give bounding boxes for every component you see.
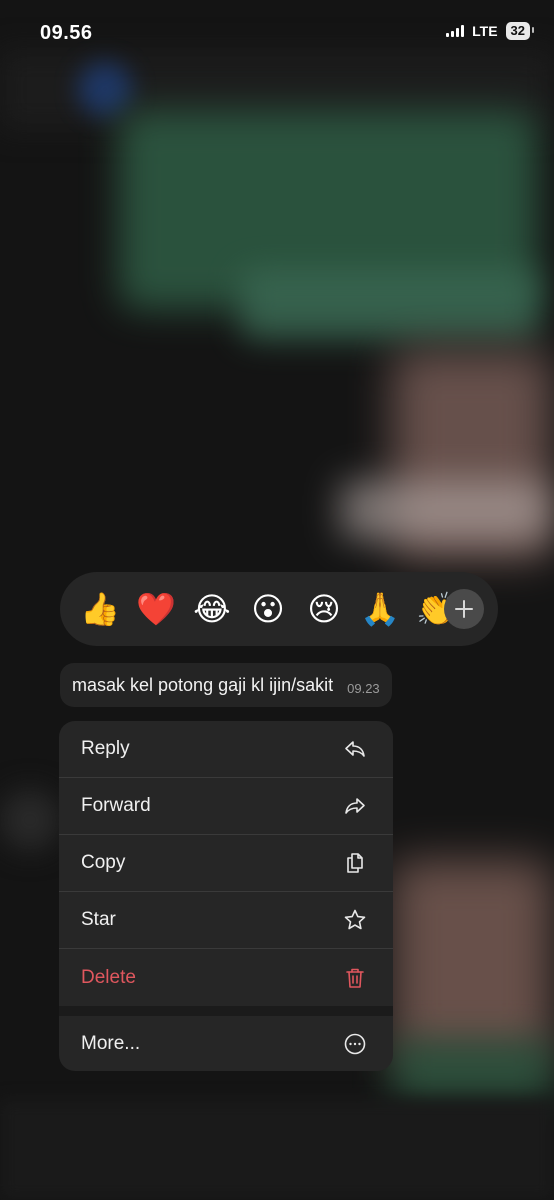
blurred-outgoing-bubble-tail [240, 270, 540, 340]
star-icon [343, 908, 367, 932]
menu-item-forward[interactable]: Forward [59, 778, 393, 835]
ellipsis-circle-icon [343, 1032, 367, 1056]
blurred-avatar [78, 62, 132, 116]
reaction-praying[interactable]: 🙏 [352, 572, 408, 646]
battery-icon: 32 [505, 22, 535, 40]
menu-item-label: Copy [81, 852, 126, 873]
menu-item-star[interactable]: Star [59, 892, 393, 949]
status-indicators: LTE 32 [446, 22, 535, 40]
reaction-bar: 👍 ❤️ 😂 😮 😢 🙏 👏 [60, 572, 498, 646]
blurred-photo-caption [340, 480, 550, 540]
reaction-laughing[interactable]: 😂 [184, 572, 240, 646]
reaction-crying[interactable]: 😢 [296, 572, 352, 646]
selected-message-bubble[interactable]: masak kel potong gaji kl ijin/sakit 09.2… [60, 663, 392, 707]
menu-separator [59, 1006, 393, 1016]
message-text: masak kel potong gaji kl ijin/sakit [72, 674, 334, 695]
blurred-sender-avatar [0, 790, 60, 850]
blurred-input-bar [0, 1100, 554, 1200]
menu-item-copy[interactable]: Copy [59, 835, 393, 892]
reaction-heart[interactable]: ❤️ [128, 572, 184, 646]
menu-item-delete[interactable]: Delete [59, 949, 393, 1006]
blurred-photo-message-2 [392, 860, 552, 1060]
menu-item-label: Delete [81, 966, 136, 988]
forward-icon [343, 794, 367, 818]
reaction-surprised[interactable]: 😮 [240, 572, 296, 646]
menu-item-label: More... [81, 1033, 141, 1054]
message-time: 09.23 [347, 680, 380, 696]
copy-icon [343, 851, 367, 875]
status-time: 09.56 [40, 22, 93, 44]
trash-icon [343, 966, 367, 990]
network-label: LTE [472, 23, 498, 39]
plus-icon[interactable] [444, 589, 484, 629]
menu-item-reply[interactable]: Reply [59, 721, 393, 778]
blurred-outgoing-bubble-2 [392, 1040, 554, 1100]
menu-item-label: Reply [81, 738, 130, 759]
signal-icon [446, 25, 465, 37]
message-context-menu: Reply Forward Copy Star Delete More... [59, 721, 393, 1071]
menu-item-more[interactable]: More... [59, 1016, 393, 1071]
menu-item-label: Star [81, 909, 116, 930]
reply-icon [343, 737, 367, 761]
reaction-thumbs-up[interactable]: 👍 [72, 572, 128, 646]
menu-item-label: Forward [81, 795, 151, 816]
